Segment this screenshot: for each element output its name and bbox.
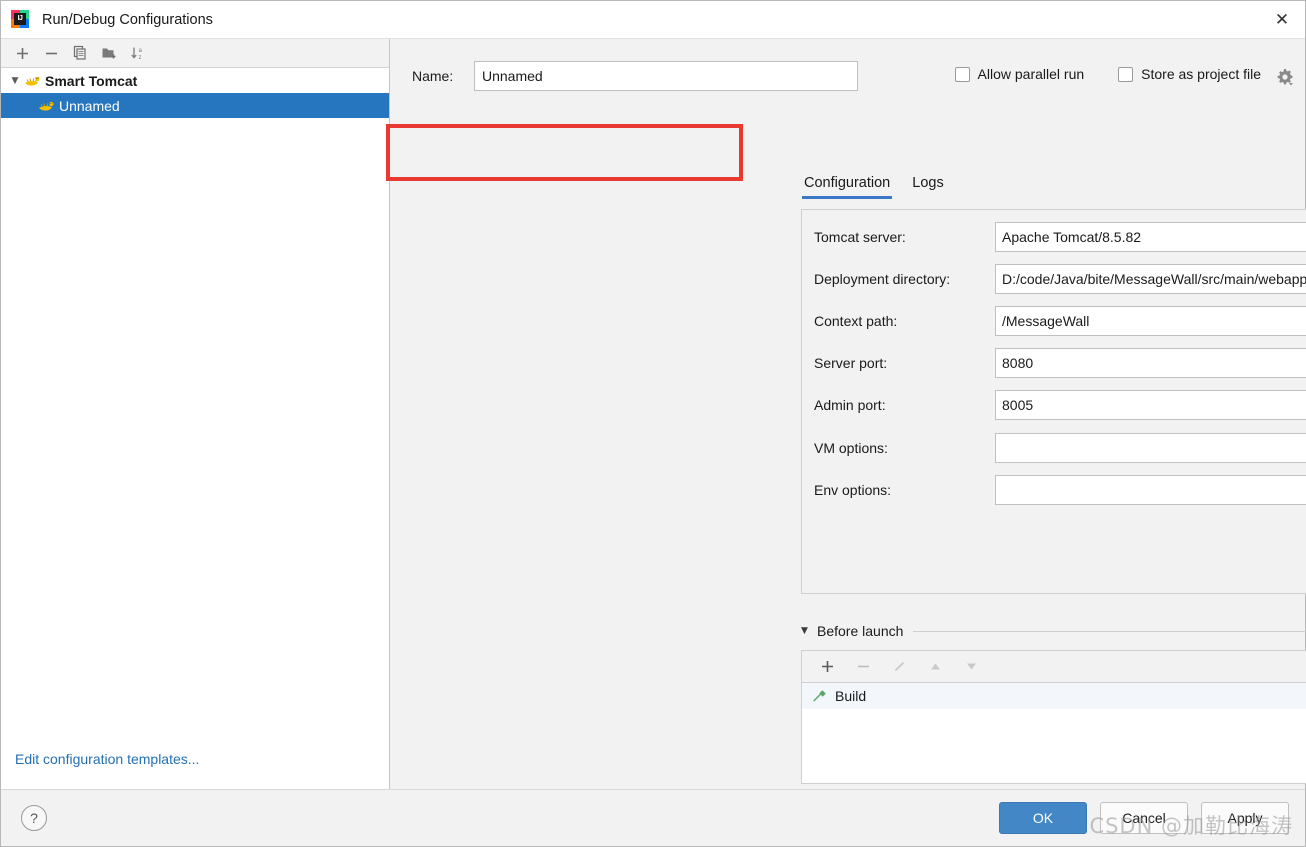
chevron-down-icon[interactable]: ▼ (801, 626, 817, 636)
vm-options-label: VM options: (814, 440, 888, 456)
env-options-label: Env options: (814, 482, 891, 498)
tree-item-label: Unnamed (59, 98, 120, 114)
context-path-input[interactable]: /MessageWall (995, 306, 1306, 336)
cancel-button[interactable]: Cancel (1100, 802, 1188, 834)
close-icon[interactable]: ✕ (1259, 1, 1305, 38)
chevron-down-icon[interactable]: ▼ (7, 73, 23, 89)
new-folder-button[interactable] (96, 41, 122, 65)
edit-configuration-templates-link[interactable]: Edit configuration templates... (15, 751, 199, 767)
title-bar: IJ Run/Debug Configurations ✕ (1, 1, 1305, 39)
gear-icon[interactable] (1275, 67, 1295, 87)
tomcat-icon (37, 98, 55, 114)
tree-group-label: Smart Tomcat (45, 73, 137, 89)
before-launch-header: ▼ Before launch (801, 623, 1306, 639)
configuration-form: Tomcat server: Apache Tomcat/8.5.82 ▼ Co… (801, 209, 1306, 594)
field-row-admin-port: Admin port: 8005 (802, 390, 1306, 420)
svg-text:z: z (139, 55, 142, 61)
vm-options-input[interactable] (995, 433, 1306, 463)
svg-text:a: a (139, 48, 143, 54)
before-launch-toolbar (801, 650, 1306, 682)
name-label: Name: (412, 68, 474, 84)
field-row-vm-options: VM options: (802, 433, 1306, 463)
dialog-footer: ? OK Cancel Apply (1, 789, 1305, 846)
allow-parallel-run-checkbox[interactable]: Allow parallel run (955, 66, 1085, 82)
tree-group-smart-tomcat[interactable]: ▼ Smart Tomcat (1, 68, 389, 93)
store-as-project-file-label: Store as project file (1141, 66, 1261, 82)
checkbox-box[interactable] (955, 67, 970, 82)
copy-configuration-button[interactable] (67, 41, 93, 65)
tomcat-server-label: Tomcat server: (814, 229, 906, 245)
move-up-button (922, 655, 948, 679)
name-input[interactable]: Unnamed (474, 61, 858, 91)
configurations-sidebar: a z ▼ (1, 39, 390, 789)
hammer-icon (812, 688, 828, 704)
tab-logs[interactable]: Logs (910, 175, 945, 199)
field-row-tomcat-server: Tomcat server: Apache Tomcat/8.5.82 ▼ Co… (802, 222, 1306, 252)
tomcat-server-value: Apache Tomcat/8.5.82 (1002, 229, 1306, 245)
configuration-editor-panel: Name: Unnamed Allow parallel run Store a… (390, 39, 1305, 789)
deployment-directory-value: D:/code/Java/bite/MessageWall/src/main/w… (1002, 271, 1306, 287)
move-down-button (958, 655, 984, 679)
help-button[interactable]: ? (21, 805, 47, 831)
before-launch-task-build[interactable]: Build (802, 683, 1306, 709)
footer-buttons: OK Cancel Apply (999, 802, 1289, 834)
admin-port-input[interactable]: 8005 (995, 390, 1306, 420)
server-port-label: Server port: (814, 355, 887, 371)
apply-button[interactable]: Apply (1201, 802, 1289, 834)
deployment-directory-input[interactable]: D:/code/Java/bite/MessageWall/src/main/w… (995, 264, 1306, 294)
server-port-input[interactable]: 8080 (995, 348, 1306, 378)
context-path-highlight-annotation (386, 124, 743, 181)
field-row-context-path: Context path: /MessageWall (802, 306, 1306, 336)
add-task-button[interactable] (814, 655, 840, 679)
before-launch-title: Before launch (817, 623, 903, 639)
intellij-idea-logo-icon: IJ (11, 10, 31, 30)
dialog-body: a z ▼ (1, 39, 1305, 789)
tree-item-unnamed[interactable]: Unnamed (1, 93, 389, 118)
allow-parallel-run-label: Allow parallel run (978, 66, 1085, 82)
sort-configurations-button[interactable]: a z (125, 41, 151, 65)
tab-configuration[interactable]: Configuration (802, 175, 892, 199)
configuration-tree: ▼ Smart Tomcat (1, 68, 389, 789)
run-debug-configurations-dialog: IJ Run/Debug Configurations ✕ (0, 0, 1306, 847)
add-configuration-button[interactable] (9, 41, 35, 65)
env-options-input[interactable] (995, 475, 1306, 505)
tomcat-server-input[interactable]: Apache Tomcat/8.5.82 ▼ (995, 222, 1306, 252)
editor-tabs: Configuration Logs (802, 175, 946, 199)
divider (913, 631, 1306, 632)
before-launch-task-label: Build (835, 688, 866, 704)
tomcat-icon (23, 73, 41, 89)
field-row-deployment-directory: Deployment directory: D:/code/Java/bite/… (802, 264, 1306, 294)
deployment-directory-label: Deployment directory: (814, 271, 950, 287)
remove-configuration-button[interactable] (38, 41, 64, 65)
field-row-env-options: Env options: (802, 475, 1306, 505)
top-checkboxes: Allow parallel run Store as project file (955, 66, 1261, 82)
window-title: Run/Debug Configurations (42, 12, 213, 28)
before-launch-task-list: Build (801, 682, 1306, 784)
checkbox-box[interactable] (1118, 67, 1133, 82)
admin-port-label: Admin port: (814, 397, 886, 413)
edit-task-button (886, 655, 912, 679)
store-as-project-file-checkbox[interactable]: Store as project file (1118, 66, 1261, 82)
field-row-server-port: Server port: 8080 (802, 348, 1306, 378)
context-path-label: Context path: (814, 313, 897, 329)
remove-task-button (850, 655, 876, 679)
sidebar-toolbar: a z (1, 39, 389, 68)
ok-button[interactable]: OK (999, 802, 1087, 834)
